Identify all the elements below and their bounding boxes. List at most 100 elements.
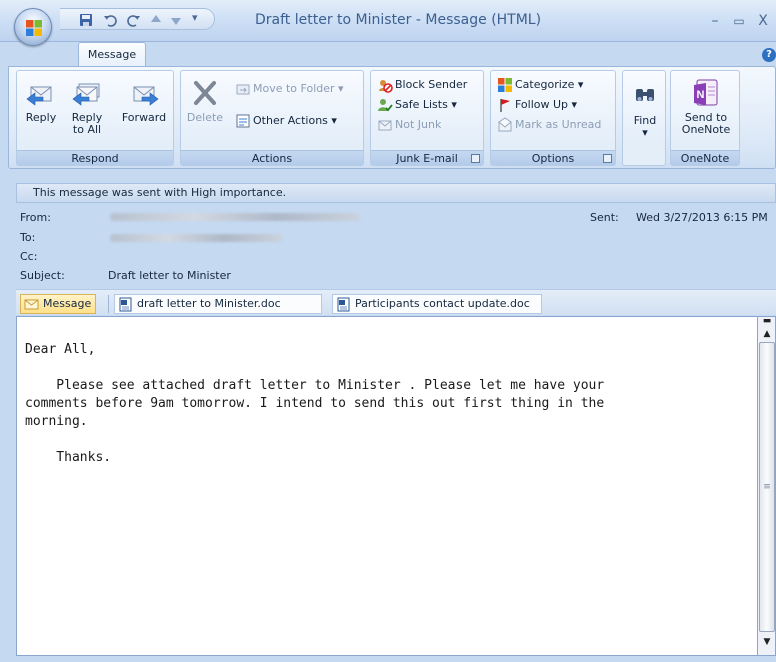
onenote-group-label: OneNote: [671, 150, 739, 165]
reply-all-button[interactable]: Reply to All: [65, 77, 109, 136]
find-button[interactable]: Find ▾: [625, 77, 665, 139]
scroll-down-arrow-icon[interactable]: ▼: [759, 634, 775, 650]
from-label: From:: [20, 211, 51, 224]
actions-group: Delete Move to Folder ▾ Other Actions ▾ …: [180, 70, 364, 166]
block-sender-button[interactable]: Block Sender: [375, 75, 467, 95]
forward-icon: [133, 86, 159, 106]
follow-up-button[interactable]: Follow Up ▾: [495, 95, 577, 115]
safe-lists-label: Safe Lists: [395, 98, 448, 111]
reply-button[interactable]: Reply: [21, 77, 61, 124]
options-group: Categorize ▾ Follow Up ▾ Mark as Unread …: [490, 70, 616, 166]
reply-icon: [26, 86, 52, 106]
not-junk-icon: [378, 120, 392, 131]
move-to-folder-label: Move to Folder: [253, 82, 335, 95]
not-junk-label: Not Junk: [395, 118, 442, 131]
body-blank-line: [25, 359, 753, 377]
attachment-bar: Message draft letter to Minister.doc Par…: [16, 289, 776, 315]
move-to-folder-button[interactable]: Move to Folder ▾: [233, 79, 344, 99]
respond-group: Reply Reply to All Forward Respond: [16, 70, 174, 166]
safe-lists-icon: [378, 99, 393, 112]
delete-button[interactable]: Delete: [185, 77, 225, 124]
message-view-label: Message: [43, 297, 92, 310]
categorize-icon: [498, 78, 512, 92]
redo-icon[interactable]: [126, 12, 142, 28]
follow-up-flag-icon: [500, 99, 510, 112]
block-sender-icon: [379, 80, 393, 93]
forward-label: Forward: [121, 111, 167, 124]
attachment-participants[interactable]: Participants contact update.doc: [332, 294, 542, 314]
junk-email-launcher-icon[interactable]: [471, 154, 480, 163]
close-button[interactable]: X: [754, 14, 772, 28]
tab-message[interactable]: Message: [78, 42, 146, 66]
find-group-label: [623, 150, 665, 165]
scroll-grip-icon: ≡: [763, 482, 771, 492]
reply-all-icon: [72, 83, 100, 106]
mark-as-unread-label: Mark as Unread: [515, 118, 602, 131]
undo-icon[interactable]: [102, 12, 118, 28]
previous-item-icon[interactable]: [148, 12, 164, 28]
scroll-up-arrow-icon[interactable]: ▲: [759, 326, 775, 342]
attachment-draft-letter-label: draft letter to Minister.doc: [137, 297, 281, 310]
message-view-button[interactable]: Message: [20, 294, 97, 314]
block-sender-label: Block Sender: [395, 78, 468, 91]
quick-access-toolbar: ▾: [60, 8, 215, 30]
categorize-button[interactable]: Categorize ▾: [495, 75, 583, 95]
to-value-redacted: [110, 234, 282, 242]
scroll-top-marker: ▬: [762, 316, 772, 326]
move-to-folder-icon: [236, 84, 250, 95]
from-value-redacted: [110, 213, 360, 221]
reply-all-label-2: to All: [72, 123, 102, 136]
subject-label: Subject:: [20, 269, 65, 282]
office-logo-icon: [26, 20, 42, 36]
svg-text:N: N: [697, 89, 705, 101]
subject-value: Draft letter to Minister: [108, 269, 231, 282]
follow-up-label: Follow Up: [515, 98, 569, 111]
send-to-onenote-button[interactable]: N Send to OneNote: [673, 77, 739, 136]
next-item-icon[interactable]: [168, 12, 184, 28]
sent-value: Wed 3/27/2013 6:15 PM: [636, 211, 768, 224]
office-button[interactable]: [14, 8, 52, 46]
onenote-group: N Send to OneNote OneNote: [670, 70, 740, 166]
attachment-participants-label: Participants contact update.doc: [355, 297, 530, 310]
delete-icon: [194, 81, 216, 105]
envelope-icon: [24, 299, 39, 310]
safe-lists-button[interactable]: Safe Lists ▾: [375, 95, 457, 115]
other-actions-label: Other Actions: [253, 114, 328, 127]
body-closing: Thanks.: [25, 450, 112, 465]
reply-label: Reply: [25, 111, 57, 124]
not-junk-button[interactable]: Not Junk: [375, 115, 441, 135]
actions-group-label: Actions: [181, 150, 363, 165]
attachment-divider: [108, 295, 109, 313]
binoculars-icon: [636, 89, 654, 101]
delete-label: Delete: [186, 111, 224, 124]
to-label: To:: [20, 231, 36, 244]
forward-button[interactable]: Forward: [117, 77, 171, 124]
junk-email-label: Junk E-mail: [396, 152, 458, 165]
customize-qat-icon[interactable]: ▾: [192, 11, 198, 24]
categorize-label: Categorize: [515, 78, 575, 91]
sent-label: Sent:: [590, 211, 619, 224]
other-actions-icon: [236, 114, 250, 128]
word-document-icon: [119, 297, 132, 312]
body-paragraph-line-3: morning.: [25, 414, 88, 429]
mark-as-unread-button[interactable]: Mark as Unread: [495, 115, 601, 135]
message-body[interactable]: Dear All, Please see attached draft lett…: [16, 316, 758, 656]
attachment-draft-letter[interactable]: draft letter to Minister.doc: [114, 294, 322, 314]
body-greeting: Dear All,: [25, 342, 96, 357]
find-dropdown-icon: ▾: [642, 126, 648, 139]
save-icon[interactable]: [78, 12, 94, 28]
maximize-button[interactable]: ▭: [730, 14, 748, 28]
help-icon[interactable]: ?: [762, 48, 776, 62]
body-paragraph-line-1: Please see attached draft letter to Mini…: [25, 378, 605, 393]
body-paragraph-line-2: comments before 9am tomorrow. I intend t…: [25, 396, 605, 411]
body-blank-line-2: [25, 431, 753, 449]
other-actions-button[interactable]: Other Actions ▾: [233, 111, 337, 131]
junk-email-group-label: Junk E-mail: [371, 150, 483, 165]
minimize-button[interactable]: –: [706, 14, 724, 28]
options-launcher-icon[interactable]: [603, 154, 612, 163]
junk-email-group: Block Sender Safe Lists ▾ Not Junk Junk …: [370, 70, 484, 166]
respond-group-label: Respond: [17, 150, 173, 165]
options-group-label: Options: [491, 150, 615, 165]
mark-as-unread-icon: [498, 117, 512, 132]
send-to-onenote-label-2: OneNote: [681, 123, 731, 136]
